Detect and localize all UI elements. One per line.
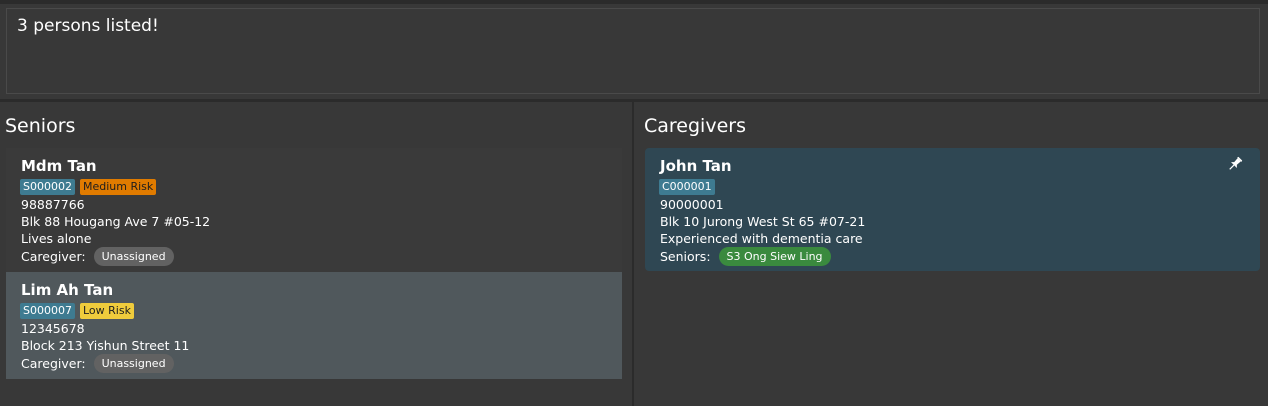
command-result-display[interactable]: 3 persons listed! — [6, 8, 1260, 94]
horizontal-divider — [0, 99, 1268, 102]
assigned-senior-badge: S3 Ong Siew Ling — [718, 247, 831, 266]
caregivers-panel-title: Caregivers — [644, 115, 746, 137]
caregiver-label: Caregiver: — [21, 249, 86, 264]
caregiver-address: Blk 10 Jurong West St 65 #07-21 — [660, 214, 866, 229]
senior-tags: S000002 Medium Risk — [20, 179, 157, 195]
seniors-panel-title: Seniors — [5, 115, 76, 137]
risk-tag-low: Low Risk — [79, 303, 134, 319]
top-strip — [0, 0, 1268, 4]
risk-tag-medium: Medium Risk — [79, 179, 157, 195]
senior-address: Block 213 Yishun Street 11 — [21, 338, 190, 353]
senior-phone: 12345678 — [21, 321, 85, 336]
pushpin-icon[interactable] — [1226, 155, 1244, 173]
senior-caregiver-row: Caregiver: Unassigned — [21, 247, 174, 266]
caregiver-card[interactable]: John Tan C000001 90000001 Blk 10 Jurong … — [645, 148, 1260, 271]
caregiver-seniors-row: Seniors: S3 Ong Siew Ling — [660, 247, 831, 266]
seniors-label: Seniors: — [660, 249, 711, 264]
caregiver-id-tag: C000001 — [659, 179, 715, 195]
senior-name: Mdm Tan — [21, 157, 97, 175]
senior-id-tag: S000007 — [20, 303, 75, 319]
caregiver-tags: C000001 — [659, 179, 715, 195]
caregiver-status-badge: Unassigned — [93, 354, 174, 373]
senior-id-tag: S000002 — [20, 179, 75, 195]
senior-tags: S000007 Low Risk — [20, 303, 134, 319]
senior-phone: 98887766 — [21, 197, 85, 212]
caregiver-status-badge: Unassigned — [93, 247, 174, 266]
senior-card[interactable]: Mdm Tan S000002 Medium Risk 98887766 Blk… — [6, 148, 622, 272]
vertical-divider[interactable] — [632, 102, 634, 406]
command-result-text: 3 persons listed! — [17, 16, 159, 36]
senior-caregiver-row: Caregiver: Unassigned — [21, 354, 174, 373]
caregiver-phone: 90000001 — [660, 197, 724, 212]
caregiver-note: Experienced with dementia care — [660, 231, 863, 246]
senior-note: Lives alone — [21, 231, 92, 246]
senior-address: Blk 88 Hougang Ave 7 #05-12 — [21, 214, 211, 229]
caregiver-label: Caregiver: — [21, 356, 86, 371]
senior-card-selected[interactable]: Lim Ah Tan S000007 Low Risk 12345678 Blo… — [6, 272, 622, 379]
senior-name: Lim Ah Tan — [21, 281, 114, 299]
caregiver-name: John Tan — [660, 157, 732, 175]
